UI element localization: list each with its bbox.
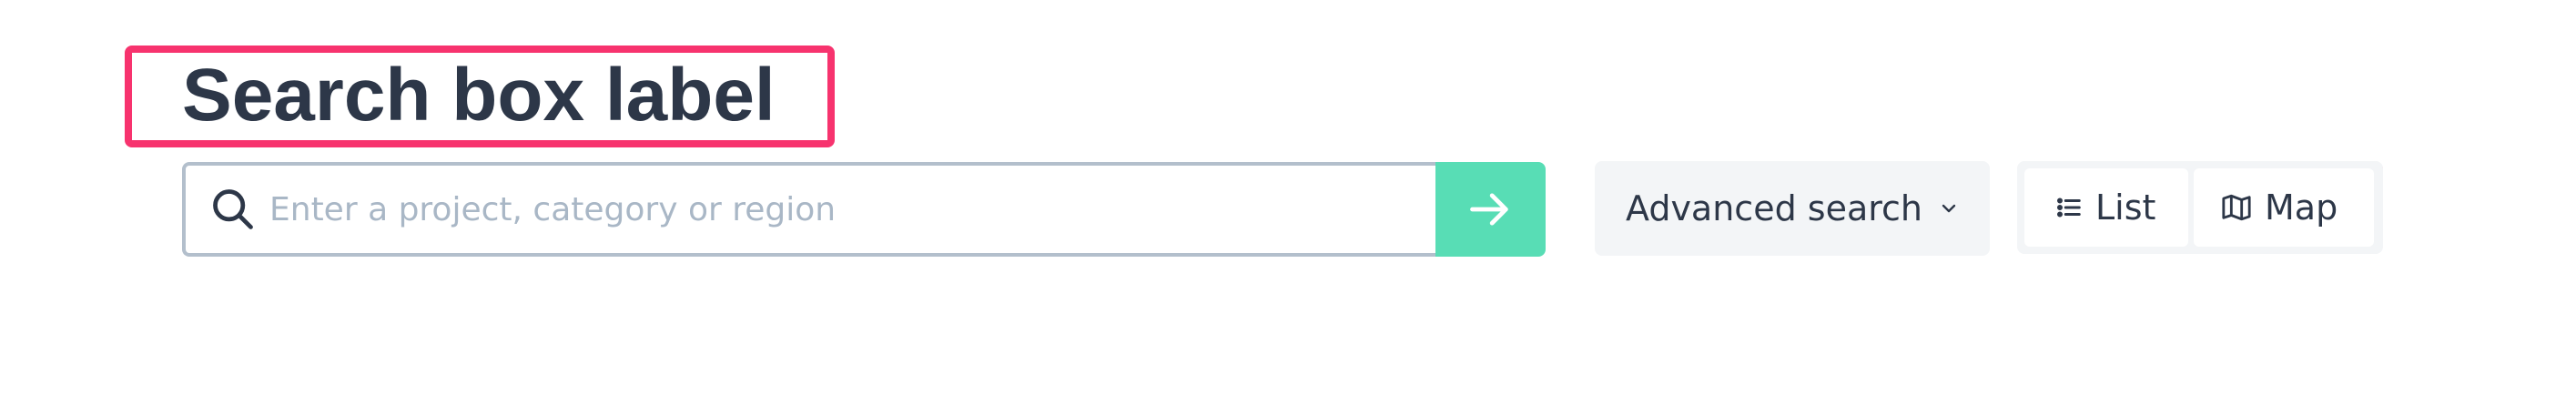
advanced-search-label: Advanced search [1626, 188, 1923, 228]
map-icon [2222, 194, 2251, 221]
search-submit-button[interactable] [1435, 162, 1546, 257]
view-toggle: List Map [2017, 161, 2383, 254]
map-view-label: Map [2265, 187, 2338, 228]
chevron-down-icon [1942, 204, 1956, 213]
list-icon [2056, 198, 2081, 218]
list-view-button[interactable]: List [2024, 168, 2188, 247]
map-view-button[interactable]: Map [2194, 168, 2374, 247]
advanced-search-button[interactable]: Advanced search [1595, 161, 1990, 256]
search-input[interactable] [269, 166, 1398, 253]
search-box[interactable] [182, 162, 1435, 257]
list-view-label: List [2095, 187, 2156, 228]
page-title: Search box label [182, 54, 776, 137]
search-icon [213, 189, 253, 229]
arrow-right-icon [1470, 193, 1508, 226]
